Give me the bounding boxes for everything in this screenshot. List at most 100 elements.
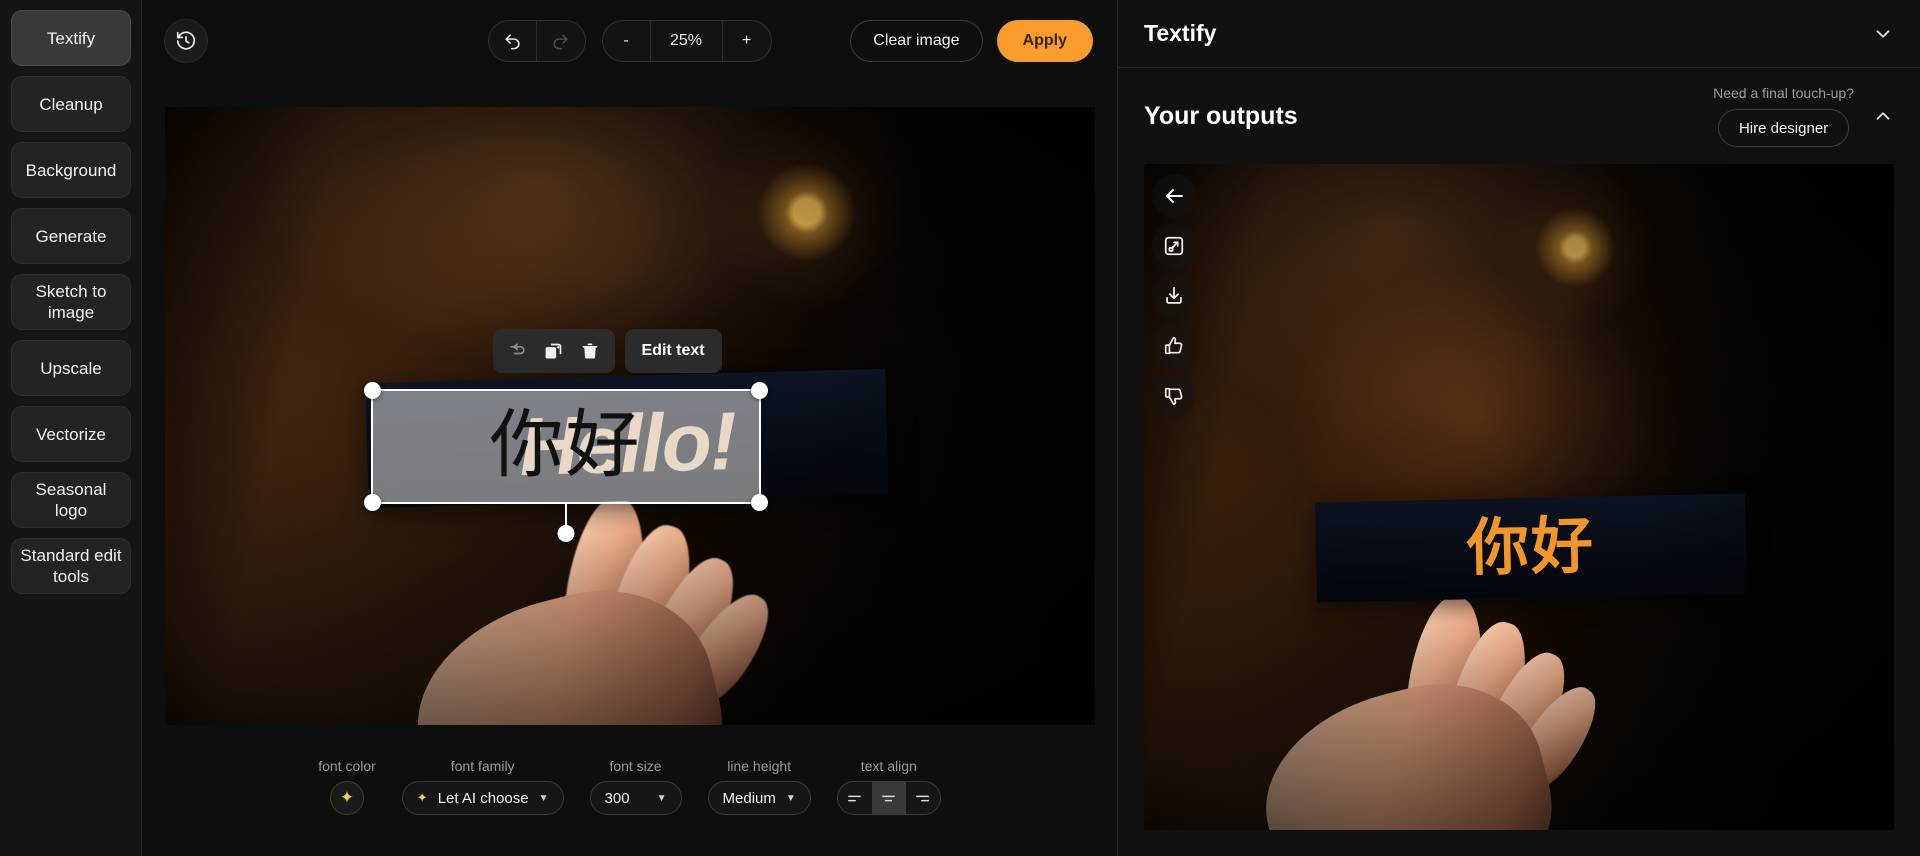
duplicate-button[interactable]	[539, 336, 569, 366]
resize-handle-bottom-left[interactable]	[363, 494, 381, 511]
outputs-title: Your outputs	[1144, 101, 1298, 130]
zoom-level-value[interactable]: 25%	[651, 21, 723, 61]
sidebar-item-standard-edit-tools[interactable]: Standard edit tools	[11, 538, 131, 594]
output-image-container[interactable]: 你好	[1144, 164, 1894, 830]
sidebar-item-label: Generate	[35, 226, 107, 246]
zoom-in-button[interactable]: +	[723, 21, 771, 61]
align-center-icon	[882, 795, 896, 801]
output-tools	[1152, 174, 1196, 418]
apply-button[interactable]: Apply	[996, 20, 1093, 62]
font-color-swatch-button[interactable]: ✦	[330, 781, 364, 815]
text-align-label: text align	[860, 758, 917, 774]
zoom-group: - 25% +	[601, 20, 772, 62]
output-vignette	[1144, 164, 1894, 830]
chevron-up-icon	[1876, 112, 1890, 120]
output-dislike-button[interactable]	[1152, 374, 1196, 418]
app-root: Textify Cleanup Background Generate Sket…	[0, 0, 1920, 856]
thumbs-up-icon	[1164, 336, 1183, 355]
hire-designer-button[interactable]: Hire designer	[1717, 109, 1850, 147]
align-left-icon	[848, 795, 862, 801]
sidebar-item-textify[interactable]: Textify	[11, 10, 131, 66]
canvas-viewport[interactable]: Hello!	[142, 82, 1117, 748]
panel-collapse-button[interactable]	[1872, 23, 1894, 45]
text-selection-box[interactable]: 你好	[363, 382, 768, 542]
font-controls-bar: font color ✦ font family ✦ Let AI choose…	[142, 748, 1117, 856]
output-download-button[interactable]	[1152, 274, 1196, 318]
line-height-control: line height Medium ▼	[707, 758, 811, 815]
zoom-and-history-controls: - 25% +	[487, 20, 772, 62]
sidebar-item-label: Vectorize	[36, 424, 106, 444]
undo-icon	[504, 33, 520, 49]
font-family-select[interactable]: ✦ Let AI choose ▼	[401, 781, 564, 815]
results-panel: Textify Your outputs Need a final touch-…	[1118, 0, 1920, 856]
undo-redo-group	[487, 20, 586, 62]
sidebar-item-label: Textify	[46, 28, 96, 48]
font-size-label: font size	[609, 758, 662, 774]
line-height-value: Medium	[722, 789, 776, 807]
rotate-handle[interactable]	[557, 525, 574, 542]
chevron-down-icon: ▼	[656, 792, 667, 804]
sidebar-item-upscale[interactable]: Upscale	[11, 340, 131, 396]
sidebar-item-cleanup[interactable]: Cleanup	[11, 76, 131, 132]
object-actions-group	[492, 329, 615, 373]
reset-button[interactable]	[503, 336, 533, 366]
sidebar-item-background[interactable]: Background	[11, 142, 131, 198]
sidebar-item-label: Cleanup	[39, 94, 103, 114]
sidebar-item-label: Seasonal logo	[35, 480, 107, 520]
sidebar-item-seasonal-logo[interactable]: Seasonal logo	[11, 472, 131, 528]
output-back-button[interactable]	[1152, 174, 1196, 218]
panel-title: Textify	[1144, 20, 1217, 46]
align-left-button[interactable]	[838, 782, 872, 814]
trash-icon	[582, 343, 597, 359]
history-icon	[176, 31, 196, 50]
align-right-button[interactable]	[906, 782, 940, 814]
output-like-button[interactable]	[1152, 324, 1196, 368]
edit-text-button[interactable]: Edit text	[624, 329, 722, 373]
sidebar-item-vectorize[interactable]: Vectorize	[11, 406, 131, 462]
editing-photo[interactable]: Hello!	[164, 107, 1095, 725]
chevron-down-icon: ▼	[538, 792, 549, 804]
duplicate-sparkle-icon	[545, 343, 562, 358]
outputs-expand-button[interactable]	[1872, 105, 1894, 127]
tool-sidebar: Textify Cleanup Background Generate Sket…	[0, 0, 142, 856]
sidebar-item-label: Sketch to image	[35, 282, 107, 322]
outputs-header: Your outputs Need a final touch-up? Hire…	[1118, 68, 1920, 164]
selected-text: 你好	[489, 401, 642, 488]
align-right-icon	[916, 795, 930, 801]
resize-handle-top-right[interactable]	[750, 382, 768, 399]
redo-button[interactable]	[537, 21, 585, 61]
expand-icon	[1164, 236, 1184, 256]
resize-handle-bottom-right[interactable]	[750, 494, 768, 511]
font-size-control: font size 300 ▼	[589, 758, 682, 815]
align-center-button[interactable]	[871, 782, 906, 814]
editor-toolbar: - 25% + Clear image Apply	[142, 0, 1117, 82]
touchup-prompt: Need a final touch-up?	[1713, 85, 1854, 101]
line-height-label: line height	[727, 758, 792, 774]
font-family-label: font family	[450, 758, 515, 774]
sidebar-item-label: Background	[25, 160, 117, 180]
history-button[interactable]	[164, 19, 208, 63]
line-height-select[interactable]: Medium ▼	[707, 781, 811, 815]
sidebar-item-generate[interactable]: Generate	[11, 208, 131, 264]
results-panel-header: Textify	[1118, 0, 1920, 68]
clear-image-button[interactable]: Clear image	[850, 20, 983, 62]
sidebar-item-label: Standard edit tools	[20, 546, 122, 586]
text-align-control: text align	[836, 758, 941, 815]
toolbar-actions: Clear image Apply	[850, 20, 1093, 62]
chevron-down-icon	[1876, 29, 1890, 38]
font-family-value: Let AI choose	[437, 789, 529, 807]
editor-area: - 25% + Clear image Apply Edit text 你好 f…	[142, 0, 1118, 856]
output-expand-button[interactable]	[1152, 224, 1196, 268]
font-size-select[interactable]: 300 ▼	[589, 781, 682, 815]
zoom-out-button[interactable]: -	[603, 21, 651, 61]
redo-icon	[553, 33, 568, 49]
font-color-control: font color ✦	[318, 758, 376, 815]
undo-button[interactable]	[489, 21, 537, 61]
sidebar-item-label: Upscale	[40, 358, 102, 378]
resize-handle-top-left[interactable]	[363, 382, 381, 399]
font-size-value: 300	[604, 789, 630, 807]
sidebar-item-sketch-to-image[interactable]: Sketch to image	[11, 274, 131, 330]
delete-button[interactable]	[575, 336, 605, 366]
thumbs-down-icon	[1164, 387, 1183, 406]
download-icon	[1166, 286, 1182, 304]
